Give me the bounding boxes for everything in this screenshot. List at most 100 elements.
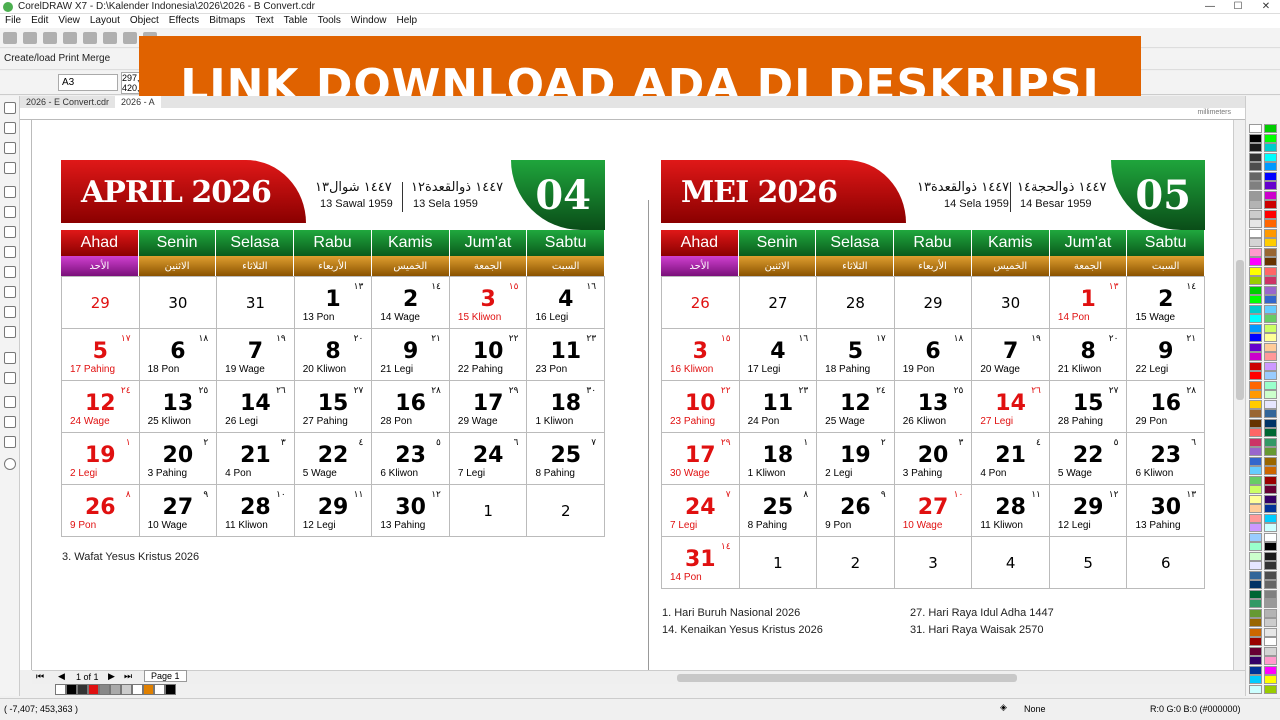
palette-swatch[interactable] xyxy=(1249,238,1262,247)
swatch[interactable] xyxy=(110,684,121,695)
swatch[interactable] xyxy=(165,684,176,695)
palette-swatch[interactable] xyxy=(1264,428,1277,437)
palette-swatch[interactable] xyxy=(1249,285,1262,295)
palette-swatch[interactable] xyxy=(1264,323,1277,333)
palette-swatch[interactable] xyxy=(1249,551,1262,561)
palette-swatch[interactable] xyxy=(1249,342,1262,352)
parallel-dimension-tool-icon[interactable] xyxy=(4,306,16,318)
palette-swatch[interactable] xyxy=(1264,285,1277,295)
palette-swatch[interactable] xyxy=(1249,494,1262,504)
palette-swatch[interactable] xyxy=(1249,266,1262,276)
menu-text[interactable]: Text xyxy=(250,14,278,28)
palette-swatch[interactable] xyxy=(1249,447,1262,456)
pick-tool-icon[interactable] xyxy=(4,102,16,114)
palette-swatch[interactable] xyxy=(1249,418,1262,428)
swatch[interactable] xyxy=(77,684,88,695)
palette-swatch[interactable] xyxy=(1264,589,1277,599)
palette-swatch[interactable] xyxy=(1249,570,1262,580)
palette-swatch[interactable] xyxy=(1264,209,1277,219)
palette-swatch[interactable] xyxy=(1249,656,1262,665)
palette-swatch[interactable] xyxy=(1249,133,1262,143)
palette-swatch[interactable] xyxy=(1249,665,1262,675)
page-width-field[interactable]: 297,0 xyxy=(122,73,145,83)
palette-swatch[interactable] xyxy=(1264,399,1277,409)
swatch[interactable] xyxy=(99,684,110,695)
interactive-fill-tool-icon[interactable] xyxy=(4,416,16,428)
palette-swatch[interactable] xyxy=(1264,599,1277,608)
palette-swatch[interactable] xyxy=(1249,409,1262,418)
palette-swatch[interactable] xyxy=(1264,200,1277,209)
menu-window[interactable]: Window xyxy=(346,14,392,28)
palette-swatch[interactable] xyxy=(1249,684,1262,694)
palette-swatch[interactable] xyxy=(1249,333,1262,342)
rectangle-tool-icon[interactable] xyxy=(4,226,16,238)
menu-tools[interactable]: Tools xyxy=(313,14,346,28)
menu-edit[interactable]: Edit xyxy=(26,14,53,28)
palette-swatch[interactable] xyxy=(1249,390,1262,399)
menu-table[interactable]: Table xyxy=(279,14,313,28)
swatch[interactable] xyxy=(55,684,66,695)
palette-swatch[interactable] xyxy=(1264,257,1277,266)
zoom-tool-icon[interactable] xyxy=(4,162,16,174)
palette-swatch[interactable] xyxy=(1249,228,1262,238)
palette-swatch[interactable] xyxy=(1249,247,1262,257)
palette-swatch[interactable] xyxy=(1249,513,1262,523)
palette-swatch[interactable] xyxy=(1264,494,1277,504)
palette-swatch[interactable] xyxy=(1264,618,1277,627)
page-height-field[interactable]: 420,0 xyxy=(122,83,145,93)
palette-swatch[interactable] xyxy=(1249,475,1262,485)
print-merge-button[interactable]: Create/load Print Merge xyxy=(4,53,110,64)
first-page-button[interactable]: ⏮ xyxy=(36,671,44,682)
transparency-tool-icon[interactable] xyxy=(4,372,16,384)
palette-swatch[interactable] xyxy=(1264,418,1277,428)
smart-fill-tool-icon[interactable] xyxy=(4,436,16,448)
menu-effects[interactable]: Effects xyxy=(164,14,204,28)
palette-swatch[interactable] xyxy=(1249,580,1262,589)
palette-swatch[interactable] xyxy=(1264,219,1277,228)
palette-swatch[interactable] xyxy=(1264,409,1277,418)
palette-swatch[interactable] xyxy=(1249,380,1262,390)
palette-swatch[interactable] xyxy=(1249,561,1262,570)
palette-swatch[interactable] xyxy=(1264,342,1277,352)
palette-swatch[interactable] xyxy=(1264,152,1277,162)
new-icon[interactable] xyxy=(3,32,17,44)
drop-shadow-tool-icon[interactable] xyxy=(4,352,16,364)
next-page-button[interactable]: ▶ xyxy=(108,671,115,682)
swatch[interactable] xyxy=(121,684,132,695)
swatch[interactable] xyxy=(132,684,143,695)
palette-swatch[interactable] xyxy=(1249,637,1262,646)
palette-swatch[interactable] xyxy=(1264,190,1277,200)
crop-tool-icon[interactable] xyxy=(4,142,16,154)
palette-swatch[interactable] xyxy=(1264,276,1277,285)
palette-swatch[interactable] xyxy=(1264,504,1277,513)
palette-swatch[interactable] xyxy=(1249,323,1262,333)
palette-swatch[interactable] xyxy=(1249,599,1262,608)
close-button[interactable]: ✕ xyxy=(1252,0,1280,14)
eyedropper-tool-icon[interactable] xyxy=(4,396,16,408)
scrollbar-thumb[interactable] xyxy=(1236,260,1244,400)
palette-swatch[interactable] xyxy=(1264,551,1277,561)
palette-swatch[interactable] xyxy=(1264,637,1277,646)
palette-swatch[interactable] xyxy=(1249,466,1262,475)
palette-swatch[interactable] xyxy=(1264,570,1277,580)
palette-swatch[interactable] xyxy=(1264,580,1277,589)
palette-swatch[interactable] xyxy=(1264,456,1277,466)
palette-swatch[interactable] xyxy=(1264,371,1277,380)
palette-swatch[interactable] xyxy=(1264,266,1277,276)
palette-swatch[interactable] xyxy=(1264,181,1277,190)
palette-swatch[interactable] xyxy=(1249,257,1262,266)
artistic-media-tool-icon[interactable] xyxy=(4,206,16,218)
minimize-button[interactable]: — xyxy=(1196,0,1224,14)
palette-swatch[interactable] xyxy=(1264,171,1277,181)
palette-swatch[interactable] xyxy=(1249,219,1262,228)
swatch[interactable] xyxy=(143,684,154,695)
palette-swatch[interactable] xyxy=(1249,124,1262,133)
palette-swatch[interactable] xyxy=(1264,675,1277,684)
palette-swatch[interactable] xyxy=(1264,447,1277,456)
text-tool-icon[interactable] xyxy=(4,286,16,298)
shape-tool-icon[interactable] xyxy=(4,122,16,134)
menu-bitmaps[interactable]: Bitmaps xyxy=(204,14,250,28)
palette-swatch[interactable] xyxy=(1249,399,1262,409)
prev-page-button[interactable]: ◀ xyxy=(58,671,65,682)
open-icon[interactable] xyxy=(23,32,37,44)
